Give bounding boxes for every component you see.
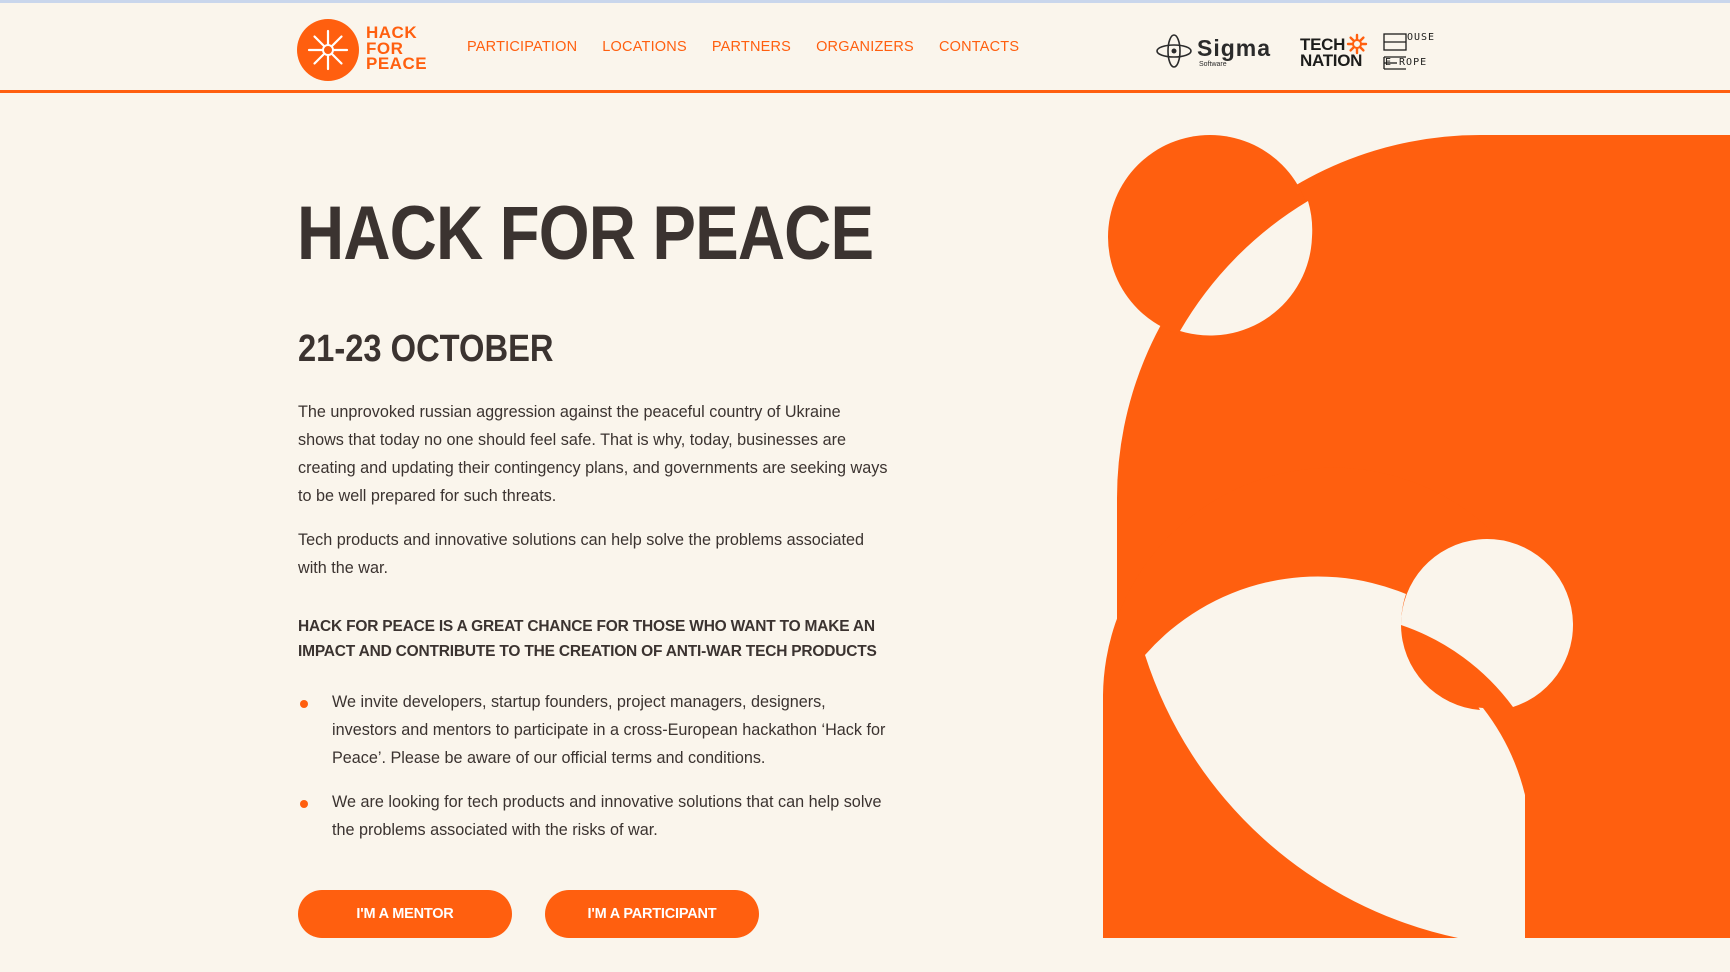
intro-paragraph-1: The unprovoked russian aggression agains… (298, 403, 888, 505)
tech-nation-logo[interactable]: TECH NATION (1300, 27, 1370, 75)
site-header: HACK FOR PEACE PARTICIPATION LOCATIONS P… (0, 3, 1730, 93)
nav-organizers[interactable]: ORGANIZERS (816, 39, 914, 55)
intro-paragraph-2: Tech products and innovative solutions c… (298, 531, 864, 577)
nav-locations[interactable]: LOCATIONS (602, 39, 687, 55)
nav-participation[interactable]: PARTICIPATION (467, 39, 577, 55)
lead-statement: HACK FOR PEACE IS A GREAT CHANCE FOR THO… (298, 618, 877, 660)
nav-partners[interactable]: PARTNERS (712, 39, 791, 55)
list-item: We are looking for tech products and inn… (298, 788, 888, 844)
logo-text: HACK FOR PEACE (366, 23, 428, 73)
nav-contacts[interactable]: CONTACTS (939, 39, 1019, 55)
mentor-button[interactable]: I'M A MENTOR (298, 890, 512, 938)
site-logo[interactable]: HACK FOR PEACE (297, 19, 439, 81)
bullet-dot-icon (300, 700, 308, 708)
page-title: HACK FOR PEACE (297, 191, 874, 276)
house-of-europe-line-2: E ROPE (1385, 57, 1428, 68)
sigma-software-logo[interactable]: Sigma Software (1155, 27, 1285, 75)
list-item-text: We are looking for tech products and inn… (332, 793, 882, 839)
participant-button[interactable]: I'M A PARTICIPANT (545, 890, 759, 938)
event-date: 21-23 OCTOBER (298, 328, 554, 370)
tech-nation-sun-icon (1346, 33, 1368, 55)
invitation-list: We invite developers, startup founders, … (298, 688, 898, 860)
logo-sun-icon (297, 19, 359, 81)
bullet-dot-icon (300, 800, 308, 808)
main-nav: PARTICIPATION LOCATIONS PARTNERS ORGANIZ… (467, 39, 1044, 55)
list-item-text: We invite developers, startup founders, … (332, 693, 886, 767)
house-of-europe-logo[interactable]: OUSE E ROPE (1383, 27, 1443, 75)
sigma-orbit-icon (1156, 34, 1192, 68)
list-item: We invite developers, startup founders, … (298, 688, 888, 772)
house-of-europe-line-1: OUSE (1407, 32, 1436, 43)
sigma-wordmark: Sigma (1197, 35, 1272, 61)
sigma-subtitle: Software (1199, 61, 1227, 68)
decorative-shapes-graphic (1103, 135, 1730, 938)
